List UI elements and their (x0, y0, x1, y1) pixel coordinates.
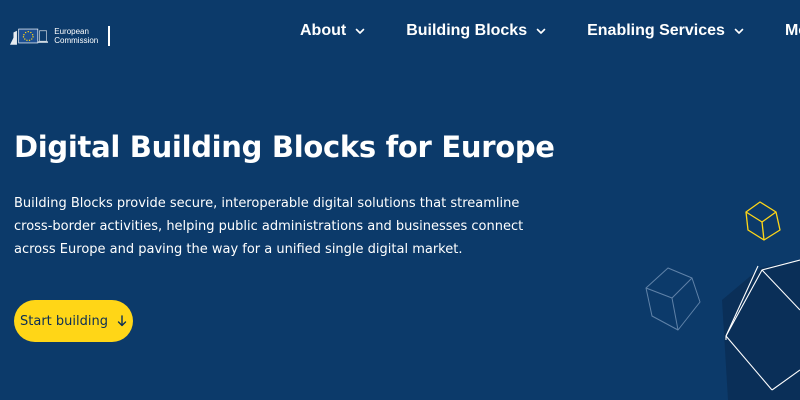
outline-cube-icon (645, 267, 701, 331)
logo-divider (108, 26, 110, 46)
nav-item-building-blocks[interactable]: Building Blocks (406, 22, 546, 40)
hero-description: Building Blocks provide secure, interope… (14, 196, 524, 257)
arrow-down-icon (117, 315, 127, 327)
large-cube-icon (722, 259, 800, 400)
nav-item-about[interactable]: About (300, 22, 365, 40)
nav-item-label: Enabling Services (587, 22, 725, 39)
start-building-button[interactable]: Start building (14, 300, 133, 342)
site-header: European Commission About Building Block… (0, 0, 800, 64)
decorative-cubes (645, 201, 800, 400)
logo-line-2: Commission (54, 36, 99, 45)
yellow-cube-icon (745, 201, 781, 241)
chevron-down-icon (734, 28, 744, 34)
page: European Commission About Building Block… (0, 0, 800, 400)
nav-item-monitoring[interactable]: Monitoring (785, 22, 800, 40)
logo-text: European Commission (54, 27, 98, 45)
eu-flag-icon (10, 28, 49, 45)
chevron-down-icon (355, 28, 365, 34)
nav-item-enabling-services[interactable]: Enabling Services (587, 22, 744, 40)
start-building-label: Start building (20, 313, 108, 329)
logo-line-1: European (54, 27, 89, 36)
nav-item-label: Monitoring (784, 22, 800, 39)
nav-item-label: Building Blocks (406, 22, 528, 39)
european-commission-logo[interactable]: European Commission (10, 22, 110, 50)
nav-item-label: About (300, 22, 347, 39)
page-title: Digital Building Blocks for Europe (14, 130, 555, 164)
chevron-down-icon (536, 28, 546, 34)
main-navigation: About Building Blocks Enabling Services … (300, 18, 800, 44)
